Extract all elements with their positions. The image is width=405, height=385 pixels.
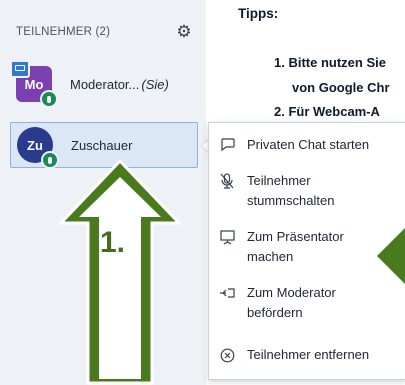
presenter-icon xyxy=(10,60,30,78)
promote-icon xyxy=(219,285,235,301)
tip-line: 1. Bitte nutzen Sie xyxy=(274,55,386,70)
presentation-screen-icon xyxy=(219,229,235,245)
mic-off-icon xyxy=(219,173,235,189)
participant-name-text: Moderator... xyxy=(70,76,140,92)
step-number: 1. xyxy=(100,226,126,259)
arrow-up-annotation xyxy=(57,158,183,385)
menu-item-private-chat[interactable]: Privaten Chat starten xyxy=(209,135,405,155)
menu-item-mute[interactable]: Teilnehmer stummschalten xyxy=(209,171,405,211)
avatar: Mo xyxy=(10,60,58,108)
gear-icon[interactable]: ⚙ xyxy=(175,22,193,40)
participant-name: Zuschauer xyxy=(71,137,133,153)
remove-circle-icon xyxy=(219,347,235,363)
tip-line: 2. Für Webcam-A xyxy=(274,104,380,119)
arrow-left-annotation xyxy=(377,228,405,284)
menu-item-label: Privaten Chat starten xyxy=(247,137,370,152)
menu-item-label: Teilnehmer stummschalten xyxy=(247,173,335,208)
chat-bubble-icon xyxy=(219,137,235,153)
menu-item-label: Zum Präsentator machen xyxy=(247,229,344,264)
participant-name: Moderator... (Sie) xyxy=(70,77,169,92)
avatar-initials: Mo xyxy=(24,76,44,92)
avatar: Zu xyxy=(17,127,59,169)
menu-item-promote-moderator[interactable]: Zum Moderator befördern xyxy=(209,283,405,323)
tips-title: Tipps: xyxy=(238,6,279,21)
menu-item-remove-participant[interactable]: Teilnehmer entfernen xyxy=(209,345,405,365)
tip-line: von Google Chr xyxy=(292,80,390,95)
menu-item-label: Zum Moderator befördern xyxy=(247,285,336,320)
you-label: (Sie) xyxy=(141,76,169,92)
menu-item-label: Teilnehmer entfernen xyxy=(247,347,370,362)
mic-icon xyxy=(40,90,58,108)
participant-moderator[interactable]: Mo Moderator... (Sie) xyxy=(10,60,196,108)
participants-header: TEILNEHMER (2) xyxy=(16,26,111,38)
avatar-initials: Zu xyxy=(27,137,43,153)
